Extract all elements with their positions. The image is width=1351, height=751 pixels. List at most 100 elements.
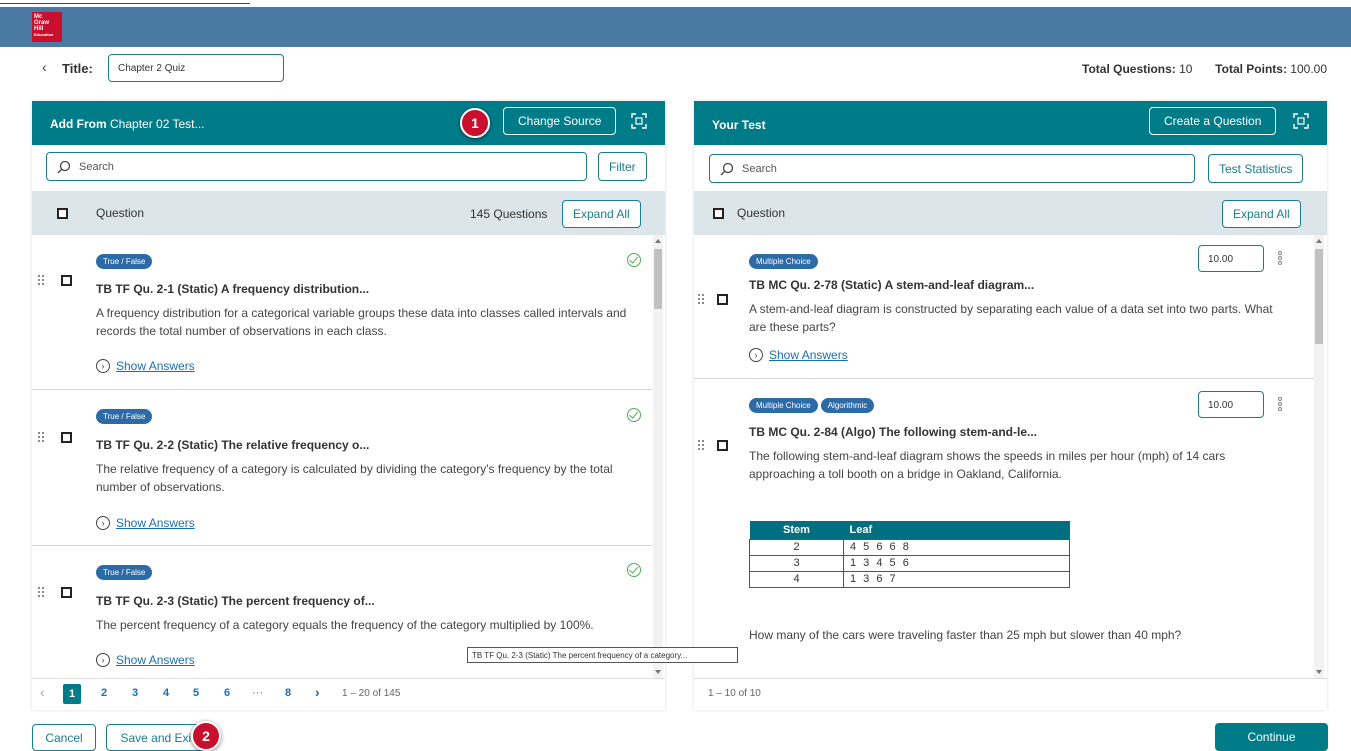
bank-search-placeholder: Search [79, 161, 114, 173]
pager-page-1[interactable]: 1 [63, 684, 81, 704]
total-points-value: 100.00 [1290, 62, 1327, 76]
check-circle-icon [627, 253, 641, 267]
drag-handle-icon[interactable] [38, 587, 46, 597]
show-answers-label: Show Answers [116, 359, 195, 373]
question-checkbox[interactable] [717, 294, 728, 305]
type-badge: Multiple Choice [749, 254, 818, 269]
show-answers-link[interactable]: › Show Answers [749, 348, 848, 362]
pager-next-icon[interactable]: › [315, 684, 320, 700]
select-all-checkbox[interactable] [713, 208, 724, 219]
test-statistics-button[interactable]: Test Statistics [1208, 154, 1304, 183]
question-title[interactable]: TB MC Qu. 2-84 (Algo) The following stem… [749, 425, 1037, 439]
scroll-down-icon[interactable] [655, 670, 661, 674]
question-text: A stem-and-leaf diagram is constructed b… [749, 302, 1273, 334]
test-search-placeholder: Search [742, 163, 777, 175]
leaf-cell: 4 5 6 6 8 [843, 538, 1070, 556]
bank-search-input[interactable]: Search [46, 152, 587, 181]
step-marker-2: 2 [191, 721, 221, 751]
drag-handle-icon[interactable] [38, 275, 46, 285]
list-item: True / False TB TF Qu. 2-2 (Static) The … [32, 390, 652, 546]
pager-ellipsis: ··· [252, 687, 263, 699]
test-scrollbar[interactable] [1314, 235, 1324, 678]
expand-all-button[interactable]: Expand All [1222, 200, 1301, 228]
pager-page-2[interactable]: 2 [101, 687, 107, 699]
stem-cell: 3 [749, 554, 844, 572]
question-checkbox[interactable] [717, 440, 728, 451]
question-title[interactable]: TB TF Qu. 2-3 (Static) The percent frequ… [96, 594, 375, 608]
scroll-up-icon[interactable] [655, 239, 661, 243]
show-answers-label: Show Answers [116, 516, 195, 530]
scroll-up-icon[interactable] [1316, 239, 1322, 243]
scroll-thumb[interactable] [1315, 249, 1323, 344]
badge-group: Multiple Choice [749, 251, 821, 269]
bank-scrollbar[interactable] [653, 235, 663, 678]
question-title[interactable]: TB TF Qu. 2-2 (Static) The relative freq… [96, 438, 369, 452]
pager-page-3[interactable]: 3 [132, 687, 138, 699]
total-questions-label: Total Questions: [1082, 62, 1176, 76]
pager-page-8[interactable]: 8 [285, 687, 291, 699]
change-source-button[interactable]: Change Source [503, 107, 617, 135]
drag-handle-icon[interactable] [698, 294, 706, 304]
points-input[interactable]: 10.00 [1198, 391, 1264, 418]
show-answers-link[interactable]: › Show Answers [96, 653, 195, 667]
question-title[interactable]: TB MC Qu. 2-78 (Static) A stem-and-leaf … [749, 278, 1034, 292]
question-title-tooltip: TB TF Qu. 2-3 (Static) The percent frequ… [467, 647, 738, 663]
question-text: The following stem-and-leaf diagram show… [749, 449, 1226, 481]
bank-title-source: Chapter 02 Test... [106, 117, 205, 131]
stem-leaf-table: Stem Leaf 24 5 6 6 8 31 3 4 5 6 41 3 6 7 [749, 521, 1070, 588]
pager-prev-icon[interactable]: ‹ [40, 684, 45, 700]
select-all-checkbox[interactable] [57, 208, 68, 219]
chevron-right-circle-icon: › [96, 653, 110, 667]
question-bank-panel: Add From Chapter 02 Test... Change Sourc… [32, 101, 665, 710]
test-question-list: Multiple Choice 10.00 TB MC Qu. 2-78 (St… [694, 235, 1327, 678]
pager-page-5[interactable]: 5 [193, 687, 199, 699]
question-checkbox[interactable] [61, 432, 72, 443]
title-label: Title: [62, 61, 93, 76]
leaf-cell: 1 3 6 7 [843, 570, 1070, 588]
cancel-button[interactable]: Cancel [32, 724, 96, 751]
title-input[interactable]: Chapter 2 Quiz [108, 54, 284, 82]
pager-page-4[interactable]: 4 [163, 687, 169, 699]
chevron-right-circle-icon: › [749, 348, 763, 362]
filter-button[interactable]: Filter [598, 152, 647, 181]
show-answers-link[interactable]: › Show Answers [96, 359, 195, 373]
logo-line: Education [34, 32, 54, 37]
totals: Total Questions: 10 Total Points: 100.00 [1082, 62, 1327, 76]
question-checkbox[interactable] [61, 275, 72, 286]
test-panel-header: Your Test Create a Question [694, 101, 1327, 145]
top-underline [0, 3, 250, 4]
drag-handle-icon[interactable] [698, 440, 706, 450]
question-text: The relative frequency of a category is … [96, 462, 613, 494]
stem-header: Stem [749, 521, 844, 539]
question-column-label: Question [96, 206, 145, 220]
type-badge: True / False [96, 254, 153, 269]
more-options-icon[interactable] [1278, 251, 1282, 265]
fullscreen-icon[interactable] [631, 113, 647, 129]
scroll-down-icon[interactable] [1316, 670, 1322, 674]
pagination: ‹ 1 2 3 4 5 6 ··· 8 › 1 – 20 of 145 [32, 678, 665, 710]
points-input[interactable]: 10.00 [1198, 245, 1264, 272]
fullscreen-icon[interactable] [1293, 113, 1309, 129]
more-options-icon[interactable] [1278, 397, 1282, 411]
chevron-right-circle-icon: › [96, 516, 110, 530]
continue-button[interactable]: Continue [1215, 723, 1328, 751]
test-search-input[interactable]: Search [709, 154, 1195, 183]
drag-handle-icon[interactable] [38, 432, 46, 442]
create-question-button[interactable]: Create a Question [1149, 107, 1277, 135]
expand-all-button[interactable]: Expand All [562, 200, 641, 228]
your-test-heading: Your Test [712, 118, 766, 132]
list-item: Multiple Choice 10.00 TB MC Qu. 2-78 (St… [694, 235, 1314, 379]
type-badge: True / False [96, 565, 153, 580]
back-chevron-icon[interactable]: ‹ [42, 59, 47, 75]
leaf-header: Leaf [843, 521, 1070, 539]
type-badge: True / False [96, 409, 153, 424]
badge-group: Multiple Choice Algorithmic [749, 395, 877, 413]
scroll-thumb[interactable] [654, 249, 662, 309]
show-answers-link[interactable]: › Show Answers [96, 516, 195, 530]
question-title[interactable]: TB TF Qu. 2-1 (Static) A frequency distr… [96, 282, 369, 296]
pager-page-6[interactable]: 6 [224, 687, 230, 699]
test-column-header: Question Expand All [694, 191, 1327, 235]
stem-cell: 2 [749, 538, 844, 556]
question-checkbox[interactable] [61, 587, 72, 598]
check-circle-icon [627, 408, 641, 422]
